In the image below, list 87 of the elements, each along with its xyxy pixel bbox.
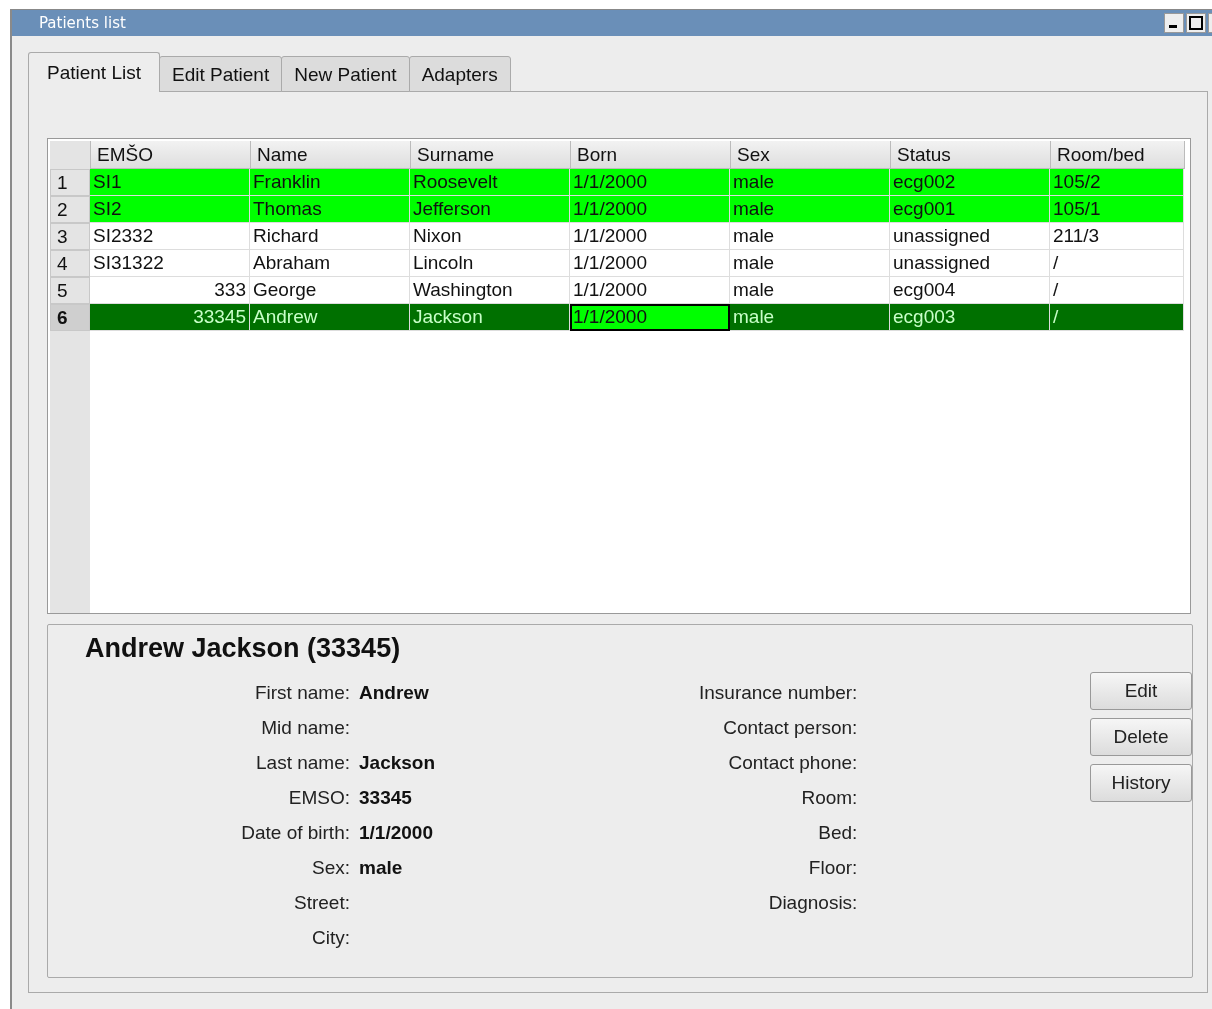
field-value: Jackson xyxy=(359,752,437,775)
row-header[interactable]: 6 xyxy=(50,304,90,331)
column-header[interactable]: Status xyxy=(891,141,1051,169)
field-value: 33345 xyxy=(359,787,413,810)
tab[interactable]: New Patient xyxy=(281,56,410,92)
field-label: First name: xyxy=(253,682,350,705)
table-cell[interactable]: 105/1 xyxy=(1050,196,1184,223)
table-cell[interactable]: ecg004 xyxy=(890,277,1050,304)
row-header[interactable]: 4 xyxy=(50,250,90,277)
table-cell[interactable]: 1/1/2000 xyxy=(570,169,730,196)
table-cell[interactable]: male xyxy=(730,250,890,277)
table-cell[interactable]: SI31322 xyxy=(90,250,250,277)
table-cell[interactable]: Lincoln xyxy=(410,250,570,277)
field-label: Contact person: xyxy=(722,717,858,740)
table-cell[interactable]: SI2 xyxy=(90,196,250,223)
table-cell[interactable]: ecg003 xyxy=(890,304,1050,331)
table-cell[interactable]: male xyxy=(730,223,890,250)
column-header[interactable]: Room/bed xyxy=(1051,141,1185,169)
table-cell[interactable]: Andrew xyxy=(250,304,410,331)
minimize-icon[interactable] xyxy=(1164,13,1184,33)
table-cell[interactable]: Jackson xyxy=(410,304,570,331)
action-button[interactable]: Delete xyxy=(1090,718,1192,756)
field-label: Room: xyxy=(800,787,858,810)
table-cell[interactable]: Nixon xyxy=(410,223,570,250)
table-cell[interactable]: / xyxy=(1050,277,1184,304)
table-cell[interactable]: Washington xyxy=(410,277,570,304)
table-cell[interactable]: George xyxy=(250,277,410,304)
table-cell[interactable]: Abraham xyxy=(250,250,410,277)
field-label: Sex: xyxy=(310,857,350,880)
tab[interactable]: Edit Patient xyxy=(159,56,283,92)
column-header[interactable]: Born xyxy=(571,141,731,169)
field-value: male xyxy=(359,857,404,880)
field-value: Andrew xyxy=(359,682,430,705)
table-cell[interactable]: Thomas xyxy=(250,196,410,223)
table-cell[interactable]: 1/1/2000 xyxy=(570,277,730,304)
table-cell[interactable]: 1/1/2000 xyxy=(570,304,730,331)
tab[interactable]: Adapters xyxy=(408,56,511,92)
table-cell[interactable]: SI2332 xyxy=(90,223,250,250)
maximize-icon[interactable] xyxy=(1186,13,1206,33)
field-label: Mid name: xyxy=(260,717,350,740)
patient-title: Andrew Jackson (33345) xyxy=(85,633,402,664)
field-label: Bed: xyxy=(817,822,858,845)
field-label: Floor: xyxy=(807,857,858,880)
row-header[interactable]: 1 xyxy=(50,169,90,196)
column-header[interactable]: Surname xyxy=(411,141,571,169)
table-cell[interactable]: 1/1/2000 xyxy=(570,196,730,223)
table-cell[interactable]: male xyxy=(730,196,890,223)
window-title: Patients list xyxy=(39,14,126,32)
field-label: Date of birth: xyxy=(240,822,350,845)
table-cell[interactable]: unassigned xyxy=(890,223,1050,250)
row-header[interactable]: 5 xyxy=(50,277,90,304)
action-button[interactable]: History xyxy=(1090,764,1192,802)
table-cell[interactable]: Jefferson xyxy=(410,196,570,223)
table-cell[interactable]: 333 xyxy=(90,277,250,304)
table-corner xyxy=(50,141,91,169)
field-label: Diagnosis: xyxy=(767,892,858,915)
table-cell[interactable]: male xyxy=(730,169,890,196)
field-label: Insurance number: xyxy=(697,682,858,705)
column-header[interactable]: EMŠO xyxy=(91,141,251,169)
field-label: Street: xyxy=(293,892,350,915)
table-cell[interactable]: Richard xyxy=(250,223,410,250)
column-header[interactable]: Sex xyxy=(731,141,891,169)
action-button[interactable]: Edit xyxy=(1090,672,1192,710)
tab[interactable]: Patient List xyxy=(28,52,160,92)
table-cell[interactable]: 1/1/2000 xyxy=(570,223,730,250)
table-cell[interactable]: unassigned xyxy=(890,250,1050,277)
table-cell[interactable]: / xyxy=(1050,304,1184,331)
table-cell[interactable]: ecg001 xyxy=(890,196,1050,223)
table-cell[interactable]: male xyxy=(730,277,890,304)
column-header[interactable]: Name xyxy=(251,141,411,169)
field-label: Contact phone: xyxy=(727,752,858,775)
field-label: EMSO: xyxy=(287,787,350,810)
field-label: Last name: xyxy=(255,752,350,775)
table-cell[interactable]: male xyxy=(730,304,890,331)
table-cell[interactable]: 1/1/2000 xyxy=(570,250,730,277)
field-value: 1/1/2000 xyxy=(359,822,434,845)
row-header[interactable]: 2 xyxy=(50,196,90,223)
table-cell[interactable]: / xyxy=(1050,250,1184,277)
row-header[interactable]: 3 xyxy=(50,223,90,250)
table-cell[interactable]: 33345 xyxy=(90,304,250,331)
table-cell[interactable]: Franklin xyxy=(250,169,410,196)
table-cell[interactable]: SI1 xyxy=(90,169,250,196)
table-cell[interactable]: 105/2 xyxy=(1050,169,1184,196)
field-label: City: xyxy=(311,927,350,950)
table-cell[interactable]: 211/3 xyxy=(1050,223,1184,250)
table-cell[interactable]: ecg002 xyxy=(890,169,1050,196)
table-cell[interactable]: Roosevelt xyxy=(410,169,570,196)
